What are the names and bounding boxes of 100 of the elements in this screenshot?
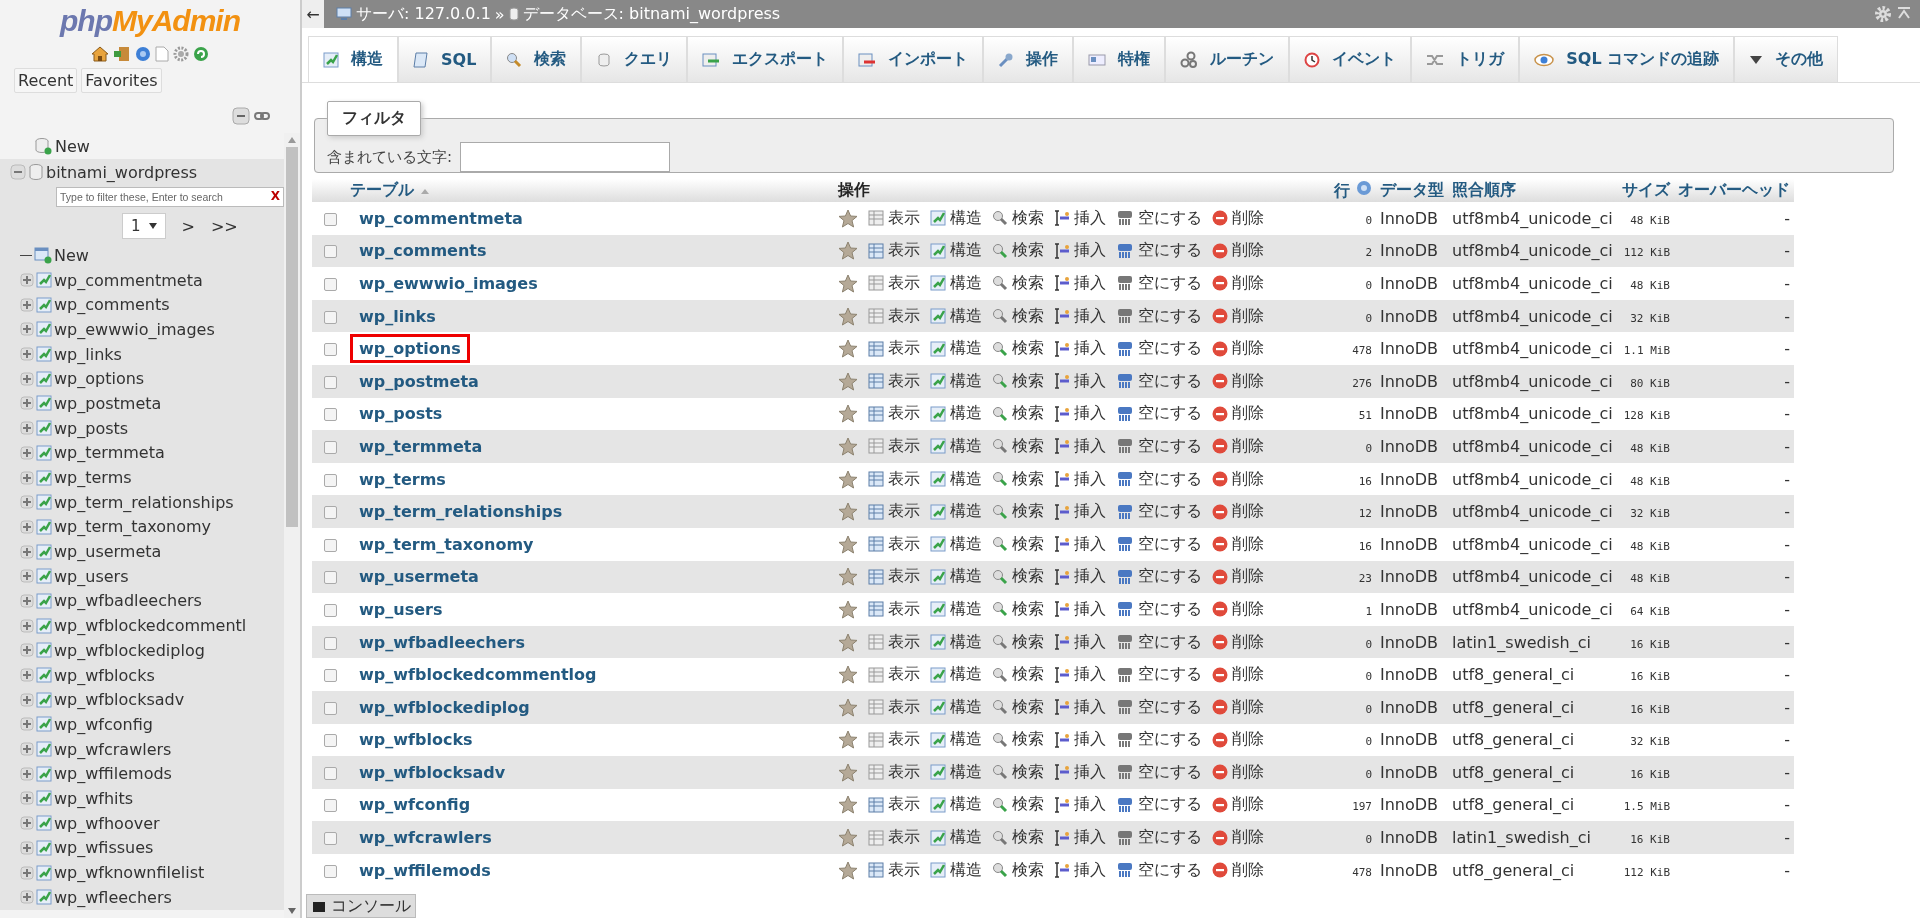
empty-table-link[interactable]: 空にする <box>1116 729 1202 751</box>
expand-icon[interactable] <box>20 618 34 633</box>
table-name-link[interactable]: wp_options <box>350 334 470 364</box>
browse-link[interactable]: 表示 <box>868 598 920 620</box>
tab[interactable]: SQL <box>398 36 492 82</box>
structure-link[interactable]: 構造 <box>930 566 982 588</box>
tree-item[interactable]: wp_wfblocks <box>54 665 155 685</box>
scroll-down-icon[interactable] <box>288 908 296 914</box>
drop-table-link[interactable]: 削除 <box>1212 468 1264 490</box>
structure-link[interactable]: 構造 <box>930 729 982 751</box>
expand-icon[interactable] <box>20 569 34 584</box>
scroll-up-icon[interactable] <box>288 137 296 143</box>
expand-icon[interactable] <box>20 643 34 658</box>
expand-icon[interactable] <box>20 519 34 534</box>
tab[interactable]: エクスポート <box>687 36 844 82</box>
drop-table-link[interactable]: 削除 <box>1212 859 1264 881</box>
tree-item[interactable]: wp_options <box>54 369 145 389</box>
console-tab[interactable]: コンソール <box>306 894 416 918</box>
tree-item[interactable]: wp_termmeta <box>54 443 165 463</box>
browse-link[interactable]: 表示 <box>868 501 920 523</box>
table-name-link[interactable]: wp_links <box>350 301 445 331</box>
favorite-star-icon[interactable] <box>838 241 858 261</box>
drop-table-link[interactable]: 削除 <box>1212 566 1264 588</box>
tree-item[interactable]: wp_wfhoover <box>54 813 160 833</box>
structure-link[interactable]: 構造 <box>930 533 982 555</box>
column-header[interactable]: テーブル <box>350 180 414 199</box>
empty-table-link[interactable]: 空にする <box>1116 566 1202 588</box>
search-link[interactable]: 検索 <box>992 827 1044 849</box>
browse-link[interactable]: 表示 <box>868 240 920 262</box>
help-icon[interactable] <box>1356 179 1372 196</box>
search-link[interactable]: 検索 <box>992 370 1044 392</box>
expand-icon[interactable] <box>20 544 34 559</box>
row-checkbox[interactable] <box>323 799 337 813</box>
browse-link[interactable]: 表示 <box>868 533 920 555</box>
tab[interactable]: イベント <box>1289 36 1412 82</box>
search-link[interactable]: 検索 <box>992 664 1044 686</box>
tab[interactable]: インポート <box>843 36 984 82</box>
expand-icon[interactable] <box>20 470 34 485</box>
row-checkbox[interactable] <box>323 603 337 617</box>
search-link[interactable]: 検索 <box>992 207 1044 229</box>
favorite-star-icon[interactable] <box>838 306 858 326</box>
expand-icon[interactable] <box>20 668 34 683</box>
link-icon[interactable] <box>254 111 270 121</box>
insert-link[interactable]: 挿入 <box>1054 403 1106 425</box>
row-checkbox[interactable] <box>323 310 337 324</box>
drop-table-link[interactable]: 削除 <box>1212 794 1264 816</box>
drop-table-link[interactable]: 削除 <box>1212 435 1264 457</box>
table-name-link[interactable]: wp_wfblocks <box>350 725 482 755</box>
browse-link[interactable]: 表示 <box>868 827 920 849</box>
tree-item[interactable]: wp_wfhits <box>54 788 134 808</box>
favorite-star-icon[interactable] <box>838 371 858 391</box>
insert-link[interactable]: 挿入 <box>1054 501 1106 523</box>
empty-table-link[interactable]: 空にする <box>1116 761 1202 783</box>
search-link[interactable]: 検索 <box>992 468 1044 490</box>
clear-filter-button[interactable]: X <box>270 189 280 203</box>
structure-link[interactable]: 構造 <box>930 794 982 816</box>
empty-table-link[interactable]: 空にする <box>1116 696 1202 718</box>
empty-table-link[interactable]: 空にする <box>1116 794 1202 816</box>
browse-link[interactable]: 表示 <box>868 370 920 392</box>
tab[interactable]: クエリ <box>581 36 688 82</box>
server-link[interactable]: サーバ: 127.0.0.1 <box>356 3 491 25</box>
favorite-star-icon[interactable] <box>838 697 858 717</box>
search-link[interactable]: 検索 <box>992 305 1044 327</box>
structure-link[interactable]: 構造 <box>930 501 982 523</box>
search-link[interactable]: 検索 <box>992 598 1044 620</box>
row-checkbox[interactable] <box>323 278 337 291</box>
search-link[interactable]: 検索 <box>992 794 1044 816</box>
favorite-star-icon[interactable] <box>838 828 858 848</box>
tab[interactable]: 検索 <box>491 36 582 82</box>
browse-link[interactable]: 表示 <box>868 468 920 490</box>
tab[interactable]: SQL コマンドの追跡 <box>1519 36 1735 82</box>
favorite-star-icon[interactable] <box>838 208 858 228</box>
empty-table-link[interactable]: 空にする <box>1116 827 1202 849</box>
empty-table-link[interactable]: 空にする <box>1116 370 1202 392</box>
page-select[interactable]: 1 <box>122 213 166 239</box>
drop-table-link[interactable]: 削除 <box>1212 729 1264 751</box>
browse-link[interactable]: 表示 <box>868 566 920 588</box>
tab[interactable]: 特権 <box>1073 36 1166 82</box>
browse-link[interactable]: 表示 <box>868 207 920 229</box>
browse-link[interactable]: 表示 <box>868 696 920 718</box>
expand-icon[interactable] <box>20 495 34 510</box>
empty-table-link[interactable]: 空にする <box>1116 403 1202 425</box>
tree-item[interactable]: wp_links <box>54 344 122 364</box>
tree-item[interactable]: wp_posts <box>54 418 129 438</box>
empty-table-link[interactable]: 空にする <box>1116 664 1202 686</box>
tree-item[interactable]: wp_wfknownfilelist <box>54 863 205 883</box>
browse-link[interactable]: 表示 <box>868 729 920 751</box>
favorite-star-icon[interactable] <box>838 795 858 815</box>
favorite-star-icon[interactable] <box>838 404 858 424</box>
row-checkbox[interactable] <box>323 734 337 748</box>
expand-icon[interactable] <box>20 273 34 288</box>
row-checkbox[interactable] <box>323 571 337 585</box>
search-link[interactable]: 検索 <box>992 403 1044 425</box>
tree-item[interactable]: wp_comments <box>54 295 170 315</box>
sidebar-tab[interactable]: Favorites <box>81 68 162 93</box>
tab[interactable]: 構造 <box>308 36 398 82</box>
expand-icon[interactable] <box>20 593 34 608</box>
tree-item[interactable]: New <box>55 136 90 156</box>
empty-table-link[interactable]: 空にする <box>1116 468 1202 490</box>
favorite-star-icon[interactable] <box>838 665 858 685</box>
